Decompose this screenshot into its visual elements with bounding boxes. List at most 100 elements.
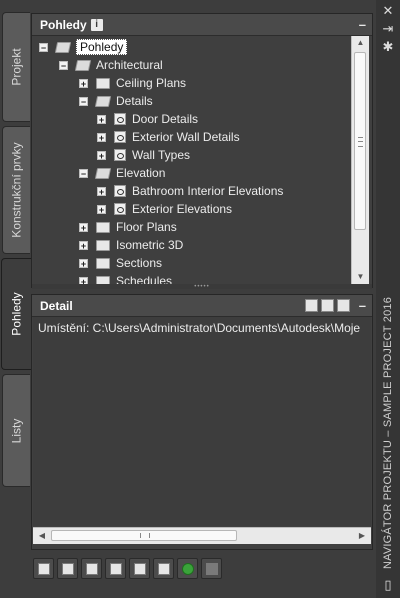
list-view-icon[interactable] <box>321 299 334 312</box>
table-button[interactable] <box>153 558 174 579</box>
clipboard-icon <box>109 562 122 575</box>
scroll-left-icon[interactable]: ◀ <box>35 528 49 544</box>
grip-icon <box>140 533 150 538</box>
refresh-button[interactable] <box>177 558 198 579</box>
folder-open-icon <box>94 167 112 179</box>
palette-title: NAVIGÁTOR PROJEKTU – SAMPLE PROJECT 2016 <box>377 288 399 578</box>
folder-icon <box>96 221 110 233</box>
table-icon <box>157 562 170 575</box>
new-view-button[interactable] <box>33 558 54 579</box>
views-tree: − Pohledy − Architectural + Ceiling Plan… <box>33 36 351 284</box>
detail-horizontal-scrollbar[interactable]: ◀ ▶ <box>33 527 371 544</box>
collapse-icon[interactable]: − <box>79 168 88 178</box>
tree-vertical-scrollbar[interactable]: ▲ ▼ <box>351 36 369 284</box>
expand-icon[interactable]: + <box>97 114 106 124</box>
expand-icon[interactable]: + <box>97 150 106 160</box>
expand-icon[interactable]: + <box>79 78 88 88</box>
panel-splitter[interactable]: ••••• <box>32 284 372 290</box>
expand-icon[interactable]: + <box>79 276 88 284</box>
tab-listy[interactable]: Listy <box>2 374 30 487</box>
view-icon <box>114 131 126 143</box>
collapse-icon[interactable]: − <box>59 60 68 70</box>
tree-item[interactable]: + Sections <box>79 254 162 272</box>
tree-item[interactable]: + Bathroom Interior Elevations <box>97 182 283 200</box>
drawing-icon <box>205 562 218 575</box>
info-icon[interactable]: i <box>90 18 103 31</box>
folder-icon <box>96 257 110 269</box>
grip-icon <box>358 137 363 147</box>
properties-button[interactable] <box>57 558 78 579</box>
tree-item[interactable]: + Wall Types <box>97 146 190 164</box>
tree-item-label: Elevation <box>116 166 166 180</box>
preview-icon[interactable] <box>337 299 350 312</box>
collapse-detail-button[interactable]: – <box>359 298 366 313</box>
expand-icon[interactable]: + <box>79 222 88 232</box>
scroll-down-icon[interactable]: ▼ <box>352 270 369 284</box>
folder-icon <box>96 275 110 284</box>
tree-item-label: Isometric 3D <box>116 238 184 252</box>
tree-item[interactable]: − Architectural <box>59 56 163 74</box>
tree-item[interactable]: − Details <box>79 92 153 110</box>
view-icon <box>114 185 126 197</box>
tab-projekt[interactable]: Projekt <box>2 12 30 122</box>
drawing-button[interactable] <box>201 558 222 579</box>
tree-item[interactable]: + Ceiling Plans <box>79 74 186 92</box>
detail-body: Umístění: C:\Users\Administrator\Documen… <box>33 317 371 526</box>
tree-item[interactable]: − Pohledy <box>39 38 128 56</box>
folder-open-icon <box>54 41 72 53</box>
collapse-views-button[interactable]: – <box>359 17 366 32</box>
scroll-thumb[interactable] <box>354 52 366 230</box>
tab-pohledy-label: Pohledy <box>9 292 24 336</box>
tree-item[interactable]: + Schedules <box>79 272 172 284</box>
close-icon[interactable]: ✕ <box>381 4 395 18</box>
tab-pohledy[interactable]: Pohledy <box>1 258 31 370</box>
reposition-button[interactable] <box>81 558 102 579</box>
tree-item-label: Details <box>116 94 153 108</box>
location-text: Umístění: C:\Users\Administrator\Documen… <box>38 321 361 335</box>
settings-icon[interactable]: ✱ <box>381 40 395 54</box>
detail-panel-header: Detail – <box>32 295 372 317</box>
expand-icon[interactable]: + <box>97 204 106 214</box>
scroll-up-icon[interactable]: ▲ <box>352 36 369 50</box>
tree-item[interactable]: + Exterior Wall Details <box>97 128 240 146</box>
tree-item-label: Ceiling Plans <box>116 76 187 90</box>
view-icon <box>114 113 126 125</box>
tree-item[interactable]: + Door Details <box>97 110 198 128</box>
clipboard-button[interactable] <box>105 558 126 579</box>
project-navigator: Projekt Konstrukční prvky Pohledy Listy … <box>0 0 400 598</box>
properties-icon <box>61 562 74 575</box>
scroll-right-icon[interactable]: ▶ <box>355 528 369 544</box>
palette-menu-icon[interactable]: ▯ <box>381 578 395 592</box>
expand-icon[interactable]: + <box>79 240 88 250</box>
tree-item-label: Floor Plans <box>116 220 177 234</box>
h-scroll-thumb[interactable] <box>51 530 237 541</box>
tree-item[interactable]: + Floor Plans <box>79 218 177 236</box>
bottom-toolbar <box>33 558 222 584</box>
tree-item[interactable]: − Elevation <box>79 164 165 182</box>
folder-icon <box>96 77 110 89</box>
tree-item-label: Wall Types <box>132 148 191 162</box>
tree-item-label: Schedules <box>116 274 173 284</box>
tree-item[interactable]: + Isometric 3D <box>79 236 183 254</box>
cursor-button[interactable] <box>129 558 150 579</box>
folder-open-icon <box>74 59 92 71</box>
cursor-icon <box>133 562 146 575</box>
collapse-icon[interactable]: − <box>39 42 48 52</box>
folder-open-icon <box>94 95 112 107</box>
expand-icon[interactable]: + <box>97 132 106 142</box>
tree-item[interactable]: + Exterior Elevations <box>97 200 232 218</box>
detail-panel-title: Detail <box>40 298 73 313</box>
views-panel-title: Pohledy <box>40 17 87 32</box>
new-view-icon <box>37 562 50 575</box>
vertical-tabs: Projekt Konstrukční prvky Pohledy Listy <box>0 12 31 487</box>
expand-icon[interactable]: + <box>97 186 106 196</box>
tab-konstrukcni-prvky-label: Konstrukční prvky <box>9 142 24 238</box>
expand-icon[interactable]: + <box>79 258 88 268</box>
tab-konstrukcni-prvky[interactable]: Konstrukční prvky <box>2 126 30 254</box>
views-panel: Pohledy i – − Pohledy − Architectural + … <box>31 13 373 290</box>
detail-view-icon[interactable] <box>305 299 318 312</box>
pin-icon[interactable]: ⇥ <box>381 22 395 36</box>
collapse-icon[interactable]: − <box>79 96 88 106</box>
tab-projekt-label: Projekt <box>9 48 24 86</box>
reposition-icon <box>85 562 98 575</box>
